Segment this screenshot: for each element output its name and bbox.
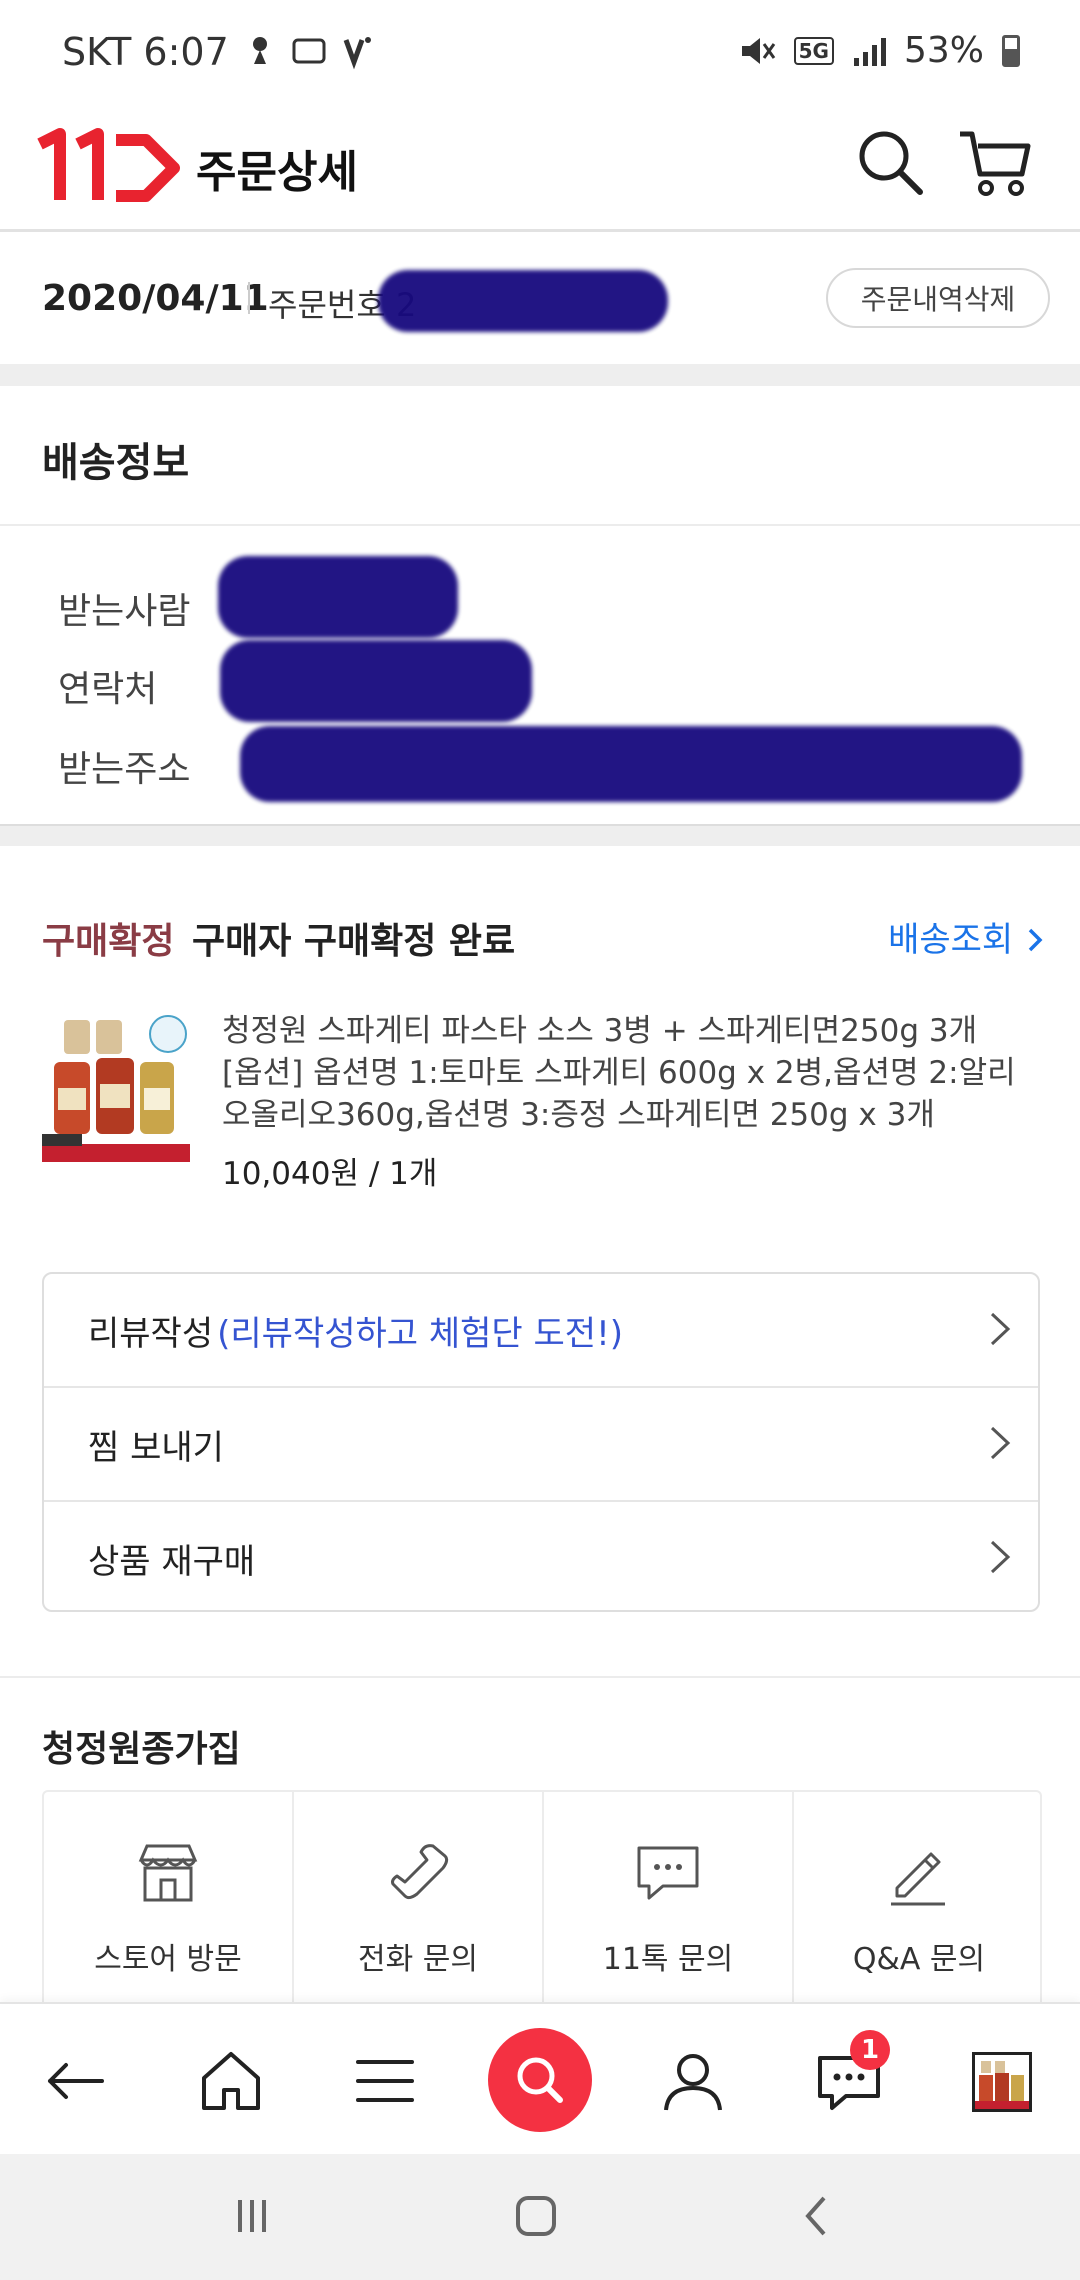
- page-title: 주문상세: [196, 147, 358, 198]
- section-gap: [0, 824, 1080, 846]
- divider: [0, 524, 1080, 526]
- menu-icon[interactable]: [350, 2046, 420, 2116]
- product-name[interactable]: 청정원 스파게티 파스타 소스 3병 + 스파게티면250g 3개 [옵션] 옵…: [222, 1010, 1022, 1136]
- redaction-scribble: [220, 640, 532, 722]
- write-review-row[interactable]: 리뷰작성 (리뷰작성하고 체험단 도전!): [44, 1274, 1038, 1386]
- qna-inquiry-button[interactable]: Q&A 문의: [794, 1792, 1044, 2032]
- system-status: 5G 53%: [740, 30, 1020, 71]
- divider: [0, 1676, 1080, 1678]
- purchase-status: 구매확정: [42, 921, 175, 962]
- send-wishlist-row[interactable]: 찜 보내기: [44, 1388, 1038, 1500]
- order-summary: 2020/04/11 주문번호 2 주문내역삭제: [0, 232, 1080, 364]
- cart-icon[interactable]: [956, 122, 1036, 202]
- network-label: 5G: [793, 36, 834, 65]
- pencil-icon: [891, 1852, 945, 1906]
- notification-icons: [250, 30, 380, 79]
- carrier-time: SKT 6:07: [62, 30, 229, 74]
- talk-inquiry-label: 11톡 문의: [602, 1942, 734, 1977]
- product-photo: [42, 1015, 190, 1162]
- search-button[interactable]: [488, 2028, 592, 2132]
- product-price: 10,040원 / 1개: [222, 1156, 438, 1192]
- qna-inquiry-label: Q&A 문의: [852, 1942, 986, 1977]
- search-icon: [517, 2057, 563, 2103]
- track-shipping-link[interactable]: 배송조회: [888, 912, 1046, 961]
- notification-icon: [253, 37, 371, 70]
- phone-inquiry-button[interactable]: 전화 문의: [294, 1792, 544, 2032]
- app-header: 주문상세: [0, 100, 1080, 232]
- action-label: 상품 재구매: [88, 1541, 256, 1582]
- divider: [248, 282, 250, 314]
- redaction-scribble: [240, 726, 1022, 802]
- chat-icon: [637, 1846, 699, 1900]
- action-label: 리뷰작성: [88, 1313, 214, 1354]
- section-gap: [0, 364, 1080, 386]
- delete-order-button[interactable]: 주문내역삭제: [826, 268, 1050, 328]
- redaction-scribble: [218, 556, 458, 638]
- recent-item-thumbnail[interactable]: [972, 2052, 1032, 2112]
- recipient-label: 받는사람: [58, 591, 191, 632]
- search-icon[interactable]: [850, 122, 930, 202]
- phone-icon: [391, 1844, 449, 1900]
- store-actions: 스토어 방문 전화 문의 11톡 문의 Q&A 문의: [42, 1790, 1044, 2032]
- recent-product-image: [975, 2055, 1029, 2109]
- product-image[interactable]: [42, 1012, 190, 1162]
- store-icon: [138, 1844, 198, 1902]
- purchase-status-text: 구매자 구매확정 완료: [192, 921, 516, 962]
- store-name[interactable]: 청정원종가집: [42, 1720, 241, 1772]
- chevron-right-icon: [990, 1426, 1011, 1460]
- store-visit-button[interactable]: 스토어 방문: [44, 1792, 294, 2032]
- address-label: 받는주소: [58, 749, 191, 790]
- recent-apps-icon[interactable]: [230, 2194, 274, 2238]
- user-icon[interactable]: [658, 2046, 728, 2116]
- chevron-right-icon: [990, 1312, 1011, 1346]
- battery-icon: [1002, 34, 1020, 67]
- system-navigation-bar: [0, 2154, 1080, 2280]
- shipping-section-title: 배송정보: [42, 440, 190, 486]
- talk-badge: 1: [850, 2030, 890, 2070]
- chevron-right-icon: [1028, 928, 1043, 952]
- mute-icon: [741, 37, 775, 64]
- redaction-scribble: [378, 270, 668, 332]
- system-back-icon[interactable]: [796, 2194, 840, 2238]
- phone-label: 연락처: [58, 669, 158, 710]
- battery-percent: 53%: [903, 30, 984, 71]
- bottom-navigation: 1: [0, 2002, 1080, 2154]
- action-label: 찜 보내기: [88, 1427, 224, 1468]
- home-icon[interactable]: [196, 2046, 266, 2116]
- store-visit-label: 스토어 방문: [94, 1942, 242, 1977]
- status-bar: SKT 6:07 5G 53%: [0, 0, 1080, 100]
- talk-inquiry-button[interactable]: 11톡 문의: [544, 1792, 794, 2032]
- phone-inquiry-label: 전화 문의: [358, 1942, 478, 1977]
- signal-icon: [853, 37, 886, 66]
- chevron-right-icon: [990, 1540, 1011, 1574]
- repurchase-row[interactable]: 상품 재구매: [44, 1502, 1038, 1614]
- home-button-icon[interactable]: [512, 2192, 560, 2240]
- order-date: 2020/04/11: [42, 278, 269, 319]
- action-list: 리뷰작성 (리뷰작성하고 체험단 도전!) 찜 보내기 상품 재구매: [42, 1272, 1040, 1612]
- back-arrow-icon[interactable]: [40, 2046, 110, 2116]
- 11st-logo[interactable]: [34, 122, 184, 212]
- product-option: [옵션] 옵션명 1:토마토 스파게티 600g x 2병,옵션명 2:알리오올…: [222, 1055, 1016, 1133]
- review-promo-text: (리뷰작성하고 체험단 도전!): [217, 1313, 623, 1354]
